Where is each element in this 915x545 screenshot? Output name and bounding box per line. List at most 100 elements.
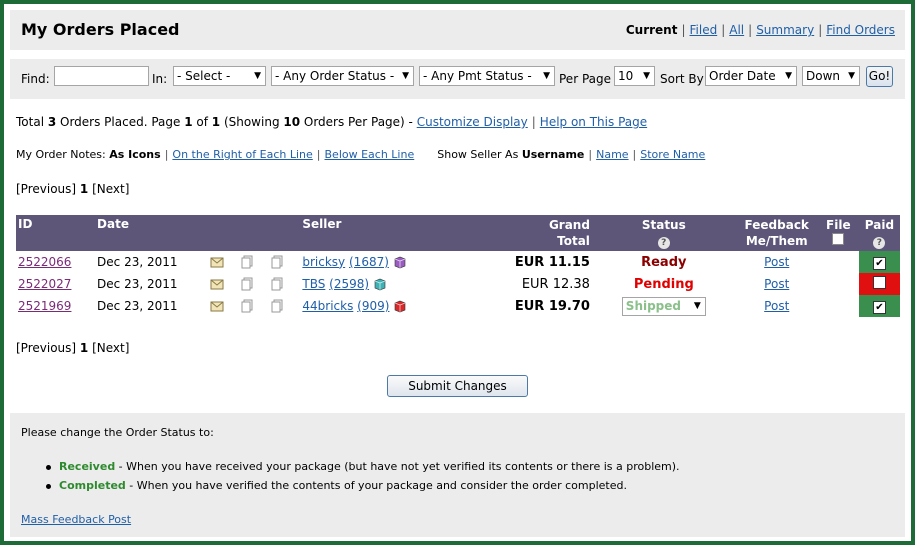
in-label: In: bbox=[152, 72, 168, 86]
nav-current: Current bbox=[625, 23, 678, 37]
pager-prev-bottom: [Previous] bbox=[16, 341, 77, 355]
grand-total: EUR 11.15 bbox=[514, 254, 590, 270]
seller-link[interactable]: bricksy bbox=[302, 255, 345, 269]
order-id-link[interactable]: 2522027 bbox=[18, 277, 71, 291]
notes-line: My Order Notes: As Icons | On the Right of… bbox=[16, 148, 706, 161]
table-row: 2521969 Dec 23, 2011 44bricks (909) EUR 19… bbox=[16, 295, 900, 317]
pager-next: [Next] bbox=[92, 182, 130, 196]
order-id-link[interactable]: 2522066 bbox=[18, 255, 71, 269]
seller-link[interactable]: TBS bbox=[302, 277, 325, 291]
col-file: File bbox=[817, 215, 859, 251]
post-feedback-link[interactable]: Post bbox=[764, 299, 789, 313]
message-icon[interactable] bbox=[210, 299, 224, 313]
sort-by-label: Sort By bbox=[660, 72, 704, 86]
seller-store-link[interactable]: Store Name bbox=[640, 148, 705, 161]
order-status-select[interactable]: - Any Order Status - ▼ bbox=[271, 66, 414, 86]
col-date: Date bbox=[95, 215, 208, 251]
col-seller: Seller bbox=[300, 215, 465, 251]
seller-feedback-link[interactable]: (909) bbox=[357, 299, 389, 313]
paid-checkbox[interactable] bbox=[872, 276, 886, 289]
pager-next-bottom: [Next] bbox=[92, 341, 130, 355]
note-icon[interactable] bbox=[270, 299, 284, 313]
store-box-icon bbox=[393, 255, 407, 269]
nav-all[interactable]: All bbox=[729, 23, 744, 37]
pager-top: [Previous] 1 [Next] bbox=[16, 182, 130, 196]
order-status-value: - Any Order Status - bbox=[275, 69, 395, 83]
sort-by-value: Order Date bbox=[709, 69, 776, 83]
help-link[interactable]: Help on This Page bbox=[540, 115, 647, 129]
pmt-status-value: - Any Pmt Status - bbox=[423, 69, 532, 83]
summary-line: Total 3 Orders Placed. Page 1 of 1 (Show… bbox=[16, 115, 648, 129]
find-label: Find: bbox=[21, 72, 50, 86]
in-select-value: - Select - bbox=[177, 69, 231, 83]
note-icon[interactable] bbox=[270, 277, 284, 291]
order-status-value: Shipped bbox=[625, 298, 682, 313]
customize-display-link[interactable]: Customize Display bbox=[417, 115, 528, 129]
order-status: Ready bbox=[641, 254, 687, 270]
post-feedback-link[interactable]: Post bbox=[764, 277, 789, 291]
paid-checkbox[interactable]: ✔ bbox=[872, 300, 886, 314]
post-feedback-link[interactable]: Post bbox=[764, 255, 789, 269]
note-icon[interactable] bbox=[270, 255, 284, 269]
status-help-box: Please change the Order Status to: Recei… bbox=[10, 413, 905, 537]
notes-below-link[interactable]: Below Each Line bbox=[325, 148, 415, 161]
col-grand-total: Grand Total bbox=[464, 215, 592, 251]
pmt-status-select[interactable]: - Any Pmt Status - ▼ bbox=[419, 66, 555, 86]
file-cell bbox=[818, 273, 859, 295]
table-row: 2522066 Dec 23, 2011 bricksy (1687) EUR 11… bbox=[16, 251, 900, 273]
in-select[interactable]: - Select - ▼ bbox=[173, 66, 266, 86]
paid-help-icon[interactable]: ? bbox=[873, 237, 886, 249]
view-nav: Current | Filed | All | Summary | Find Orders bbox=[625, 23, 895, 37]
sort-direction-value: Down bbox=[806, 69, 841, 83]
col-status: Status? bbox=[591, 215, 736, 251]
paid-checkbox[interactable]: ✔ bbox=[872, 256, 886, 270]
status-help-icon[interactable]: ? bbox=[657, 237, 670, 249]
order-date: Dec 23, 2011 bbox=[97, 277, 178, 291]
order-date: Dec 23, 2011 bbox=[97, 255, 178, 269]
seller-link[interactable]: 44bricks bbox=[302, 299, 353, 313]
store-box-icon bbox=[373, 277, 387, 291]
order-status: Pending bbox=[633, 276, 694, 292]
sort-by-select[interactable]: Order Date ▼ bbox=[705, 66, 797, 86]
order-id-link[interactable]: 2521969 bbox=[18, 299, 71, 313]
message-icon[interactable] bbox=[210, 255, 224, 269]
store-box-icon bbox=[393, 299, 407, 313]
col-paid: Paid? bbox=[858, 215, 900, 251]
per-page-value: 10 bbox=[618, 69, 634, 83]
seller-feedback-link[interactable]: (2598) bbox=[329, 277, 369, 291]
message-icon[interactable] bbox=[210, 277, 224, 291]
find-bar: Find: In: - Select - ▼ - Any Order Status… bbox=[10, 59, 905, 99]
submit-changes-button[interactable]: Submit Changes bbox=[387, 375, 528, 397]
seller-name-link[interactable]: Name bbox=[596, 148, 628, 161]
sort-direction-select[interactable]: Down ▼ bbox=[802, 66, 860, 86]
title-bar: My Orders Placed Current | Filed | All | Summa… bbox=[10, 10, 905, 50]
find-input[interactable] bbox=[54, 66, 149, 86]
order-status-select[interactable]: Shipped ▼ bbox=[621, 296, 706, 316]
table-header: ID Date Seller Grand Total Status? Feedba… bbox=[16, 215, 900, 251]
nav-summary[interactable]: Summary bbox=[756, 23, 814, 37]
info-intro: Please change the Order Status to: bbox=[21, 426, 214, 439]
note-icon[interactable] bbox=[240, 299, 254, 313]
file-all-checkbox[interactable] bbox=[832, 233, 845, 245]
info-completed: Completed - When you have verified the c… bbox=[46, 479, 627, 492]
file-cell bbox=[818, 251, 859, 273]
col-id: ID bbox=[16, 215, 96, 251]
info-received: Received - When you have received your p… bbox=[46, 460, 680, 473]
col-notes bbox=[207, 215, 301, 251]
nav-filed[interactable]: Filed bbox=[690, 23, 718, 37]
file-cell bbox=[818, 295, 859, 317]
go-button[interactable]: Go! bbox=[866, 66, 893, 87]
page-title: My Orders Placed bbox=[21, 20, 180, 39]
grand-total: EUR 19.70 bbox=[514, 298, 590, 314]
mass-feedback-link[interactable]: Mass Feedback Post bbox=[21, 513, 131, 526]
note-icon[interactable] bbox=[240, 277, 254, 291]
seller-feedback-link[interactable]: (1687) bbox=[349, 255, 389, 269]
pager-prev: [Previous] bbox=[16, 182, 77, 196]
table-row: 2522027 Dec 23, 2011 TBS (2598) EUR 12.38 P… bbox=[16, 273, 900, 295]
notes-right-link[interactable]: On the Right of Each Line bbox=[172, 148, 312, 161]
nav-find-orders[interactable]: Find Orders bbox=[826, 23, 895, 37]
per-page-select[interactable]: 10 ▼ bbox=[614, 66, 655, 86]
orders-table: ID Date Seller Grand Total Status? Feedba… bbox=[16, 215, 900, 317]
pager-bottom: [Previous] 1 [Next] bbox=[16, 341, 130, 355]
note-icon[interactable] bbox=[240, 255, 254, 269]
